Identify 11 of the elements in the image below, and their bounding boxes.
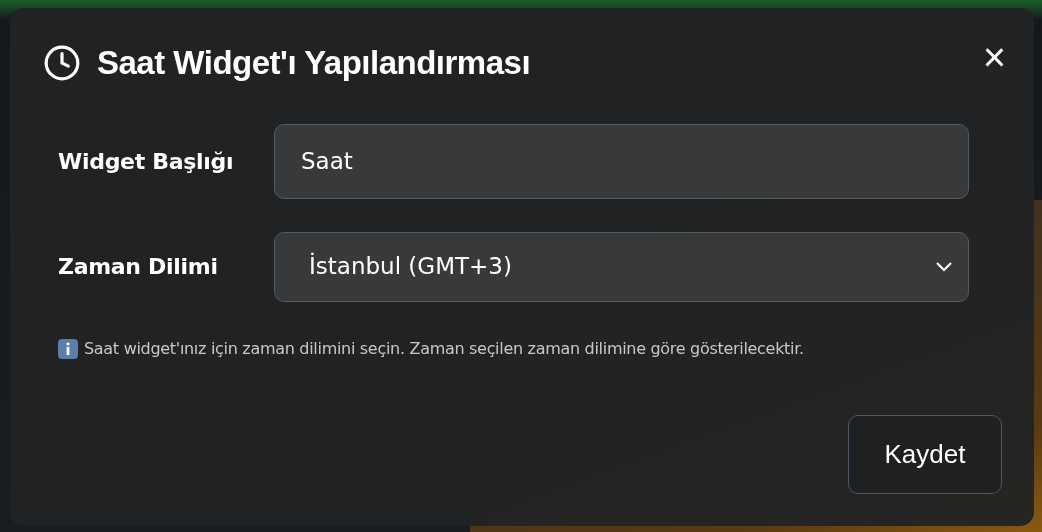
field-label: Zaman Dilimi <box>57 253 219 281</box>
save-button[interactable]: Kaydet <box>848 415 1002 494</box>
hint-text: Saat widget'ınız için zaman dilimini seçin. Zaman seçilen zaman dilimine göre gösterilecektir. <box>84 337 804 360</box>
clock-icon <box>43 43 81 82</box>
chevron-down-icon <box>934 260 954 273</box>
field-label: Widget Başlığı <box>57 147 235 176</box>
info-icon <box>58 338 78 359</box>
close-button[interactable]: × <box>982 36 1006 77</box>
title-input[interactable]: Saat <box>274 123 969 199</box>
timezone-select[interactable]: İstanbul (GMT+3) <box>274 231 969 302</box>
dialog-title: Saat Widget'ı Yapılandırması <box>97 43 531 83</box>
